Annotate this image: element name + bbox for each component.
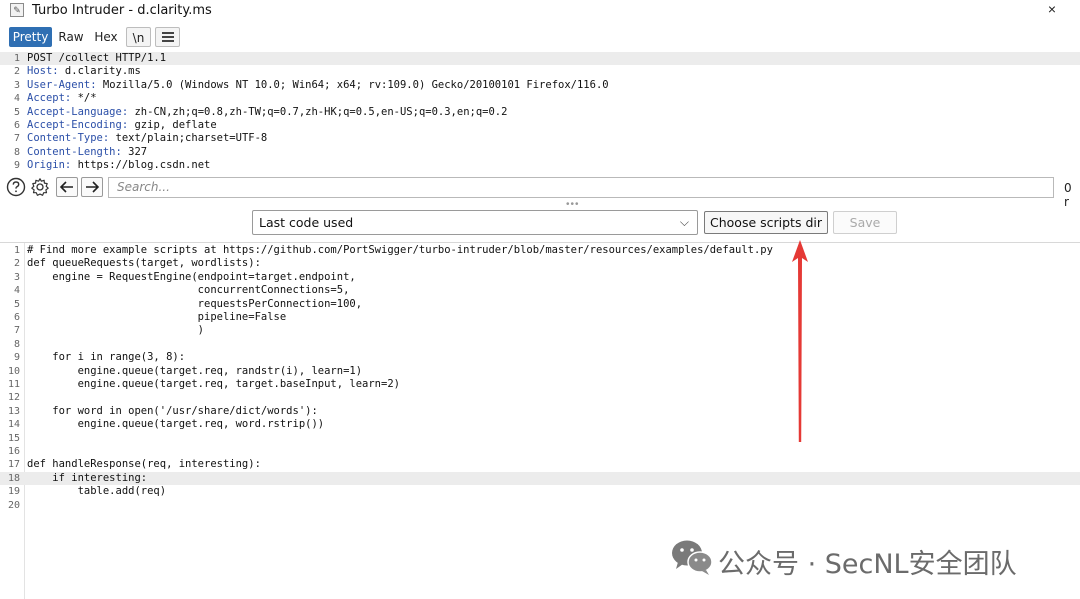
- save-button[interactable]: Save: [833, 211, 897, 234]
- search-bar: Search... 0 r: [0, 176, 1080, 209]
- request-line: 7 Content-Type: text/plain;charset=UTF-8: [13, 132, 268, 145]
- script-line: 10 engine.queue(target.req, randstr(i), …: [7, 364, 363, 377]
- script-line: 15: [7, 432, 20, 444]
- script-select[interactable]: Last code used ⌵: [252, 210, 698, 235]
- help-icon[interactable]: [6, 177, 26, 197]
- request-line: 8 Content-Length: 327: [13, 145, 148, 158]
- tab-hex[interactable]: Hex: [91, 27, 121, 47]
- tab-raw[interactable]: Raw: [56, 27, 86, 47]
- watermark-text: 公众号 · SecNL安全团队: [718, 549, 1017, 580]
- script-line: 19 table.add(req): [7, 485, 167, 498]
- script-line: 3 engine = RequestEngine(endpoint=target…: [13, 270, 356, 283]
- match-count: 0 r: [1064, 181, 1072, 209]
- forward-arrow-icon: [86, 181, 100, 193]
- script-line: 9 for i in range(3, 8):: [13, 351, 186, 364]
- script-line: 14 engine.queue(target.req, word.rstrip(…: [7, 418, 325, 431]
- search-input[interactable]: Search...: [108, 177, 1054, 198]
- script-select-value: Last code used: [259, 215, 354, 230]
- request-line: 1 POST /collect HTTP/1.1: [0, 52, 1080, 66]
- menu-icon: [161, 32, 174, 42]
- back-arrow-icon: [59, 181, 73, 193]
- script-line: 16: [7, 446, 20, 457]
- title-bar: ✎ Turbo Intruder - d.clarity.ms ×: [0, 0, 1080, 22]
- script-controls: Last code used ⌵ Choose scripts dir Save: [0, 209, 1080, 237]
- settings-gear-icon[interactable]: [30, 177, 50, 197]
- request-line: 6 Accept-Encoding: gzip, deflate: [13, 119, 217, 131]
- close-icon[interactable]: ×: [1048, 1, 1056, 17]
- previous-match-button[interactable]: [56, 177, 78, 197]
- request-line: 3 User-Agent: Mozilla/5.0 (Windows NT 10.…: [13, 78, 609, 91]
- app-icon: ✎: [10, 3, 24, 17]
- script-line: 1 # Find more example scripts at https://…: [13, 244, 773, 256]
- wechat-logo-icon: [672, 540, 713, 575]
- script-line: 8: [13, 338, 20, 350]
- request-line: 9 Origin: https://blog.csdn.net: [13, 159, 211, 172]
- next-match-button[interactable]: [81, 177, 103, 197]
- request-line: 2 Host: d.clarity.ms: [13, 65, 141, 78]
- menu-button[interactable]: [155, 27, 180, 47]
- script-line: 11 engine.queue(target.req, target.baseI…: [7, 378, 400, 390]
- window-title: Turbo Intruder - d.clarity.ms: [32, 3, 212, 18]
- script-line: 5 requestsPerConnection=100,: [13, 297, 363, 310]
- watermark: 公众号 · SecNL安全团队: [668, 536, 1068, 580]
- script-line: 2 def queueRequests(target, wordlists):: [13, 257, 261, 270]
- script-line: 18 if interesting:: [0, 471, 1080, 486]
- script-line: 6 pipeline=False: [13, 311, 287, 323]
- script-editor[interactable]: 1 # Find more example scripts at https://…: [0, 242, 1080, 543]
- script-line: 12: [7, 392, 20, 404]
- script-line: 17 def handleResponse(req, interesting):: [7, 458, 261, 471]
- annotation-arrow: [792, 240, 808, 442]
- request-line: 4 Accept: */*: [13, 92, 97, 105]
- chevron-down-icon: ⌵: [679, 215, 689, 229]
- request-viewer[interactable]: 1 POST /collect HTTP/1.1 2 Host: d.clarity…: [0, 52, 1080, 174]
- newline-toggle[interactable]: \n: [126, 27, 151, 47]
- script-line: 13 for word in open('/usr/share/dict/wor…: [7, 404, 318, 417]
- format-toolbar: Pretty Raw Hex \n: [0, 24, 1080, 50]
- choose-scripts-dir-button[interactable]: Choose scripts dir: [704, 211, 828, 234]
- tab-pretty[interactable]: Pretty: [9, 27, 52, 47]
- script-line: 7 ): [13, 324, 205, 337]
- script-line: 20: [7, 499, 20, 511]
- script-line: 4 concurrentConnections=5,: [13, 284, 350, 297]
- request-line: 5 Accept-Language: zh-CN,zh;q=0.8,zh-TW;q…: [13, 105, 508, 118]
